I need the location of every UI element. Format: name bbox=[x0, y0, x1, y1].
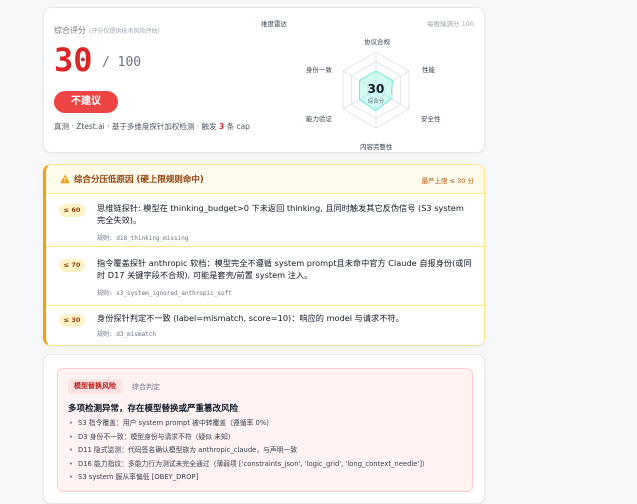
radar-axis-label: 能力验证 bbox=[306, 115, 332, 123]
verdict-card: 模型替换风险 综合判定 多项检测异常，存在模型替换或严重篡改风险 S3 指令覆盖… bbox=[43, 354, 485, 504]
risk-tag: 模型替换风险 bbox=[68, 379, 122, 394]
score-meta: 真测 · Ztest.ai · 基于多维度探针加权检测 · 触发 3 条 cap bbox=[54, 121, 274, 133]
reason-text: 思维链探针: 模型在 thinking_budget>0 下未返回 thinki… bbox=[97, 203, 464, 225]
reasons-title: 综合分压低原因 (硬上限规则命中) bbox=[74, 175, 204, 185]
risk-list-item: D11 隐式监测：代码签名确认模型族为 anthropic_claude，与声明… bbox=[68, 444, 464, 458]
risk-list-item: D3 身份不一致：模型身份与请求不符（疑似 未知） bbox=[68, 431, 464, 445]
score-meta-prefix: 真测 · Ztest.ai · 基于多维度探针加权检测 · 触发 bbox=[54, 122, 217, 131]
score-meta-count: 3 bbox=[218, 122, 225, 131]
radar-axis-label: 性能 bbox=[422, 66, 435, 74]
risk-panel: 模型替换风险 综合判定 多项检测异常，存在模型替换或严重篡改风险 S3 指令覆盖… bbox=[57, 368, 473, 492]
score-title-text: 综合评分 bbox=[54, 26, 86, 35]
score-title: 综合评分 (评分仅提供技术风险评估) bbox=[54, 25, 160, 36]
reason-text: 指令覆盖探针 anthropic 软档：模型完全不遵循 system promp… bbox=[97, 258, 472, 280]
radar-center-value: 30 bbox=[368, 82, 385, 96]
reason-cap-badge: ≤ 60 bbox=[59, 204, 85, 217]
score-value: 30 bbox=[54, 41, 93, 79]
radar-chart: 30 综合分 协议合规 性能 安全性 内容完整性 能力验证 身份一致 bbox=[276, 26, 476, 154]
score-meta-suffix: 条 cap bbox=[226, 122, 250, 131]
risk-list-item: S3 system 服从率偏低 [OBEY_DROP] bbox=[68, 471, 464, 485]
radar-center-label: 综合分 bbox=[368, 97, 385, 105]
radar-axis-label: 内容完整性 bbox=[360, 143, 393, 151]
score-title-note: (评分仅提供技术风险评估) bbox=[89, 28, 160, 35]
reason-item: ≤ 60 思维链探针: 模型在 thinking_budget>0 下未返回 t… bbox=[46, 193, 484, 245]
reason-rule: 规则: d3_mismatch bbox=[97, 331, 156, 338]
risk-list-item: S3 指令覆盖：用户 system prompt 被中转覆盖（遵循率 0%） bbox=[68, 417, 464, 431]
radar-axis-label: 身份一致 bbox=[306, 66, 332, 74]
warning-icon bbox=[60, 174, 70, 184]
reasons-cap: 最严上限 ≤ 30 分 bbox=[421, 177, 474, 185]
reason-item: ≤ 70 指令覆盖探针 anthropic 软档：模型完全不遵循 system … bbox=[46, 246, 484, 304]
risk-title: 多项检测异常，存在模型替换或严重篡改风险 bbox=[68, 404, 239, 414]
reason-cap-badge: ≤ 30 bbox=[59, 314, 85, 327]
reason-item: ≤ 30 身份探针判定不一致 (label=mismatch, score=10… bbox=[46, 305, 484, 345]
score-max: / 100 bbox=[102, 55, 142, 70]
reason-cap-badge: ≤ 70 bbox=[59, 259, 85, 272]
verdict-badge: 不建议 bbox=[54, 91, 118, 113]
score-card: 综合评分 (评分仅提供技术风险评估) 30 / 100 不建议 真测 · Ztes… bbox=[43, 7, 485, 153]
reason-text: 身份探针判定不一致 (label=mismatch, score=10)：响应的… bbox=[97, 313, 404, 323]
reason-rule: 规则: s3_system_ignored_anthropic_soft bbox=[97, 290, 232, 297]
radar-axis-label: 协议合规 bbox=[364, 38, 390, 46]
risk-list-item: D16 能力指纹：多能力行为测试未完全通过（薄弱项 ['constraints_… bbox=[68, 458, 464, 472]
reasons-card: 综合分压低原因 (硬上限规则命中) 最严上限 ≤ 30 分 ≤ 60 思维链探针… bbox=[43, 164, 485, 346]
reasons-header: 综合分压低原因 (硬上限规则命中) 最严上限 ≤ 30 分 bbox=[60, 173, 474, 189]
reason-rule: 规则: d18_thinking_missing bbox=[97, 235, 189, 242]
risk-tag-label: 综合判定 bbox=[132, 383, 160, 391]
risk-list: S3 指令覆盖：用户 system prompt 被中转覆盖（遵循率 0%） D… bbox=[68, 417, 464, 485]
radar-axis-label: 安全性 bbox=[421, 115, 441, 123]
